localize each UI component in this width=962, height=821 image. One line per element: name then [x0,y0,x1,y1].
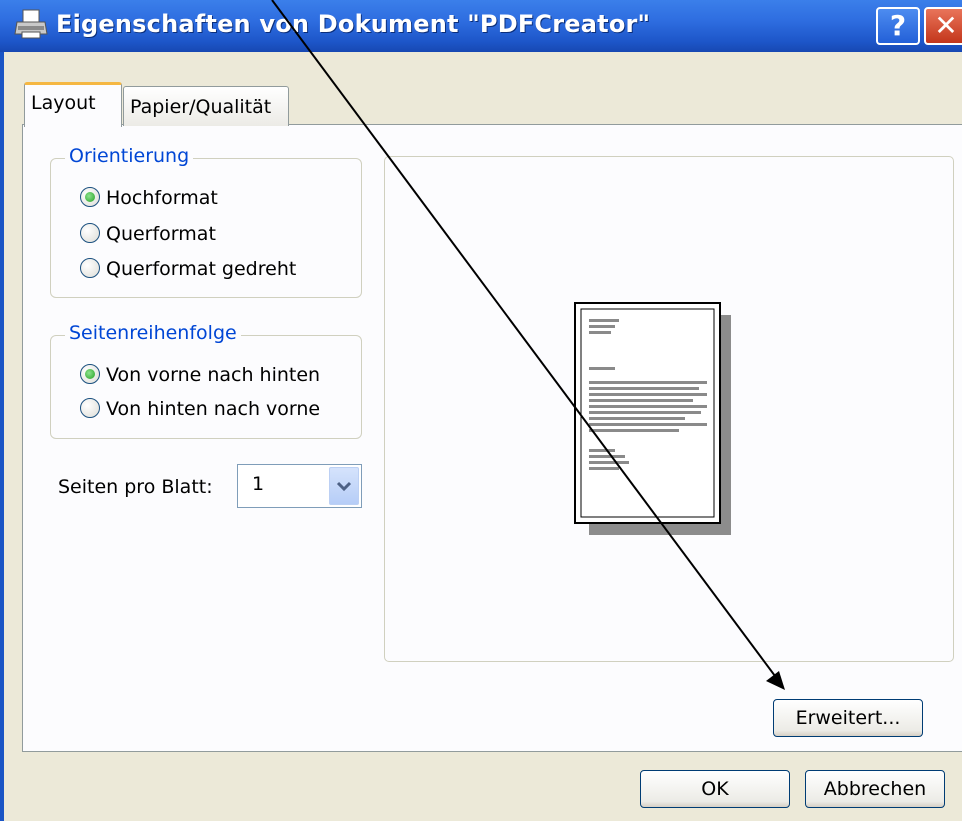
radio-label: Hochformat [106,187,218,209]
orientation-legend: Orientierung [65,145,194,167]
radio-landscape-rotated[interactable]: Querformat gedreht [80,256,296,282]
pages-per-sheet-label: Seiten pro Blatt: [58,476,213,498]
help-button[interactable]: ? [876,7,920,45]
close-button[interactable]: ✕ [924,7,962,45]
radio-label: Von hinten nach vorne [106,398,321,420]
document-preview-image [574,302,731,535]
ok-button[interactable]: OK [640,770,790,808]
tab-layout[interactable]: Layout [24,82,122,127]
radio-button[interactable] [80,397,100,418]
radio-button[interactable] [80,257,100,278]
radio-label: Querformat gedreht [106,258,297,280]
printer-icon [14,9,48,39]
page-order-legend: Seitenreihenfolge [65,322,241,344]
select-value: 1 [252,473,265,495]
radio-back-to-front[interactable]: Von hinten nach vorne [80,396,320,422]
pages-per-sheet-select[interactable]: 1 [237,464,362,508]
radio-button-checked[interactable] [80,363,100,384]
cancel-button[interactable]: Abbrechen [805,770,945,808]
radio-front-to-back[interactable]: Von vorne nach hinten [80,362,320,388]
page-preview-area [384,156,954,662]
tab-paper-quality[interactable]: Papier/Qualität [123,86,289,126]
window-border [0,52,4,821]
radio-button-checked[interactable] [80,186,100,207]
radio-portrait[interactable]: Hochformat [80,185,218,211]
radio-landscape[interactable]: Querformat [80,221,216,247]
advanced-button[interactable]: Erweitert... [773,699,923,737]
chevron-down-icon [336,481,352,492]
dialog-window: Eigenschaften von Dokument "PDFCreator" … [0,0,962,821]
title-bar[interactable]: Eigenschaften von Dokument "PDFCreator" … [0,0,962,52]
radio-button[interactable] [80,222,100,243]
radio-label: Querformat [106,223,216,245]
dropdown-button[interactable] [329,467,359,505]
window-title: Eigenschaften von Dokument "PDFCreator" [56,10,651,38]
radio-label: Von vorne nach hinten [106,364,321,386]
